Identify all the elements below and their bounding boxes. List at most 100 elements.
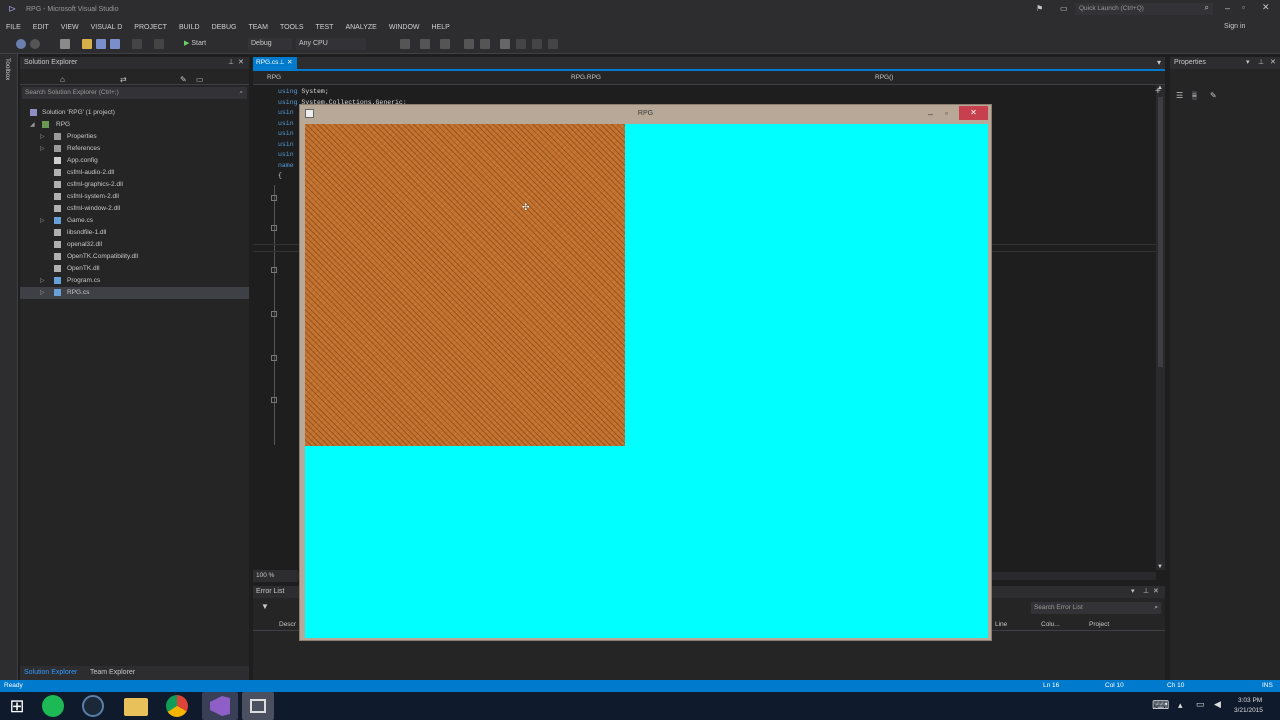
keyboard-icon[interactable]: ⌨ [1152, 698, 1169, 712]
back-icon[interactable] [16, 39, 26, 49]
properties-pin-icon[interactable]: ⊥ [1258, 57, 1264, 69]
menu-item-file[interactable]: FILE [0, 24, 27, 31]
game-maximize-button[interactable]: ▫ [945, 105, 948, 123]
home-icon[interactable]: ⌂ [60, 75, 65, 84]
menu-item-help[interactable]: HELP [426, 24, 456, 31]
tree-item[interactable]: csfml-system-2.dll [20, 191, 249, 203]
bookmark-prev-icon[interactable] [516, 39, 526, 49]
column-line[interactable]: Line [995, 619, 1007, 631]
expand-arrow-icon[interactable]: ▷ [40, 131, 45, 143]
tree-project[interactable]: ◢ RPG [20, 119, 249, 131]
tab-dropdown-icon[interactable]: ▾ [1157, 58, 1161, 67]
nav-member-dropdown[interactable]: RPG() [875, 71, 893, 85]
tree-item[interactable]: App.config [20, 155, 249, 167]
wrench-icon[interactable]: ✎ [180, 75, 187, 84]
fold-marker-icon[interactable] [271, 397, 277, 403]
clock-date[interactable]: 3/21/2015 [1234, 707, 1263, 714]
menu-item-debug[interactable]: DEBUG [206, 24, 243, 31]
error-list-dropdown-icon[interactable]: ▾ [1131, 586, 1135, 598]
find-icon[interactable] [400, 39, 410, 49]
tree-item[interactable]: OpenTK.dll [20, 263, 249, 275]
expand-arrow-icon[interactable]: ▷ [40, 275, 45, 287]
tree-item[interactable]: openal32.dll [20, 239, 249, 251]
clock-time[interactable]: 3:03 PM [1238, 697, 1262, 704]
panel-close-icon[interactable]: ✕ [238, 57, 244, 69]
open-file-icon[interactable] [82, 39, 92, 49]
tree-solution[interactable]: Solution 'RPG' (1 project) [20, 107, 249, 119]
tree-item[interactable]: ▷ Game.cs [20, 215, 249, 227]
zoom-dropdown[interactable]: 100 % [253, 570, 298, 582]
fold-marker-icon[interactable] [271, 195, 277, 201]
properties-dropdown-icon[interactable]: ▾ [1246, 57, 1250, 69]
volume-icon[interactable]: ◀ [1214, 699, 1221, 710]
rpg-app-taskbar-icon[interactable] [242, 692, 274, 720]
editor-vertical-scrollbar[interactable]: ▲ ▼ [1156, 85, 1165, 570]
undo-icon[interactable] [132, 39, 142, 49]
bookmark-icon[interactable] [500, 39, 510, 49]
toolbox-label[interactable]: Toolbox [4, 58, 11, 80]
spotify-icon[interactable] [42, 695, 64, 717]
error-list-pin-icon[interactable]: ⊥ [1143, 586, 1149, 598]
fold-marker-icon[interactable] [271, 311, 277, 317]
chrome-icon[interactable] [166, 695, 188, 717]
menu-item-team[interactable]: TEAM [242, 24, 273, 31]
collapse-icon[interactable]: ▭ [196, 75, 204, 84]
scroll-thumb[interactable] [1158, 97, 1163, 367]
game-canvas[interactable]: ✣ [305, 124, 988, 638]
menu-item-tools[interactable]: TOOLS [274, 24, 310, 31]
expand-arrow-icon[interactable]: ▷ [40, 215, 45, 227]
forward-icon[interactable] [30, 39, 40, 49]
bookmark-clear-icon[interactable] [548, 39, 558, 49]
filter-icon[interactable]: ▼ [261, 602, 269, 611]
split-editor-icon[interactable]: + [1155, 86, 1161, 97]
error-list-close-icon[interactable]: ✕ [1153, 586, 1159, 598]
menu-item-project[interactable]: PROJECT [128, 24, 173, 31]
column-description[interactable]: Descr [279, 619, 296, 631]
sign-in-link[interactable]: Sign in [1224, 23, 1245, 30]
network-icon[interactable]: ▭ [1196, 699, 1205, 710]
column-project[interactable]: Project [1089, 619, 1109, 631]
tab-team-explorer[interactable]: Team Explorer [90, 666, 135, 680]
expand-arrow-icon[interactable]: ▷ [40, 143, 45, 155]
file-explorer-icon[interactable] [124, 698, 148, 716]
tree-item[interactable]: csfml-window-2.dll [20, 203, 249, 215]
menu-item-edit[interactable]: EDIT [27, 24, 55, 31]
bookmark-next-icon[interactable] [532, 39, 542, 49]
fold-marker-icon[interactable] [271, 267, 277, 273]
sync-icon[interactable]: ⇄ [120, 75, 127, 84]
alphabetical-icon[interactable]: ≡ [1192, 91, 1197, 100]
error-list-search[interactable]: Search Error List ⌕ [1031, 602, 1161, 614]
menu-item-visual-d[interactable]: VISUAL D [85, 24, 129, 31]
visual-studio-taskbar-icon[interactable] [202, 692, 238, 720]
tree-item[interactable]: OpenTK.Compatibility.dll [20, 251, 249, 263]
redo-icon[interactable] [154, 39, 164, 49]
show-hidden-icon[interactable]: ▴ [1178, 700, 1183, 711]
fold-marker-icon[interactable] [271, 225, 277, 231]
fold-marker-icon[interactable] [271, 355, 277, 361]
steam-icon[interactable] [82, 695, 104, 717]
expand-arrow-icon[interactable]: ◢ [30, 119, 35, 131]
tab-pin-icon[interactable]: ⊥ [279, 57, 285, 69]
code-line[interactable]: using System; [278, 87, 407, 98]
game-window-titlebar[interactable]: RPG – ▫ ✕ [300, 105, 991, 123]
outdent-icon[interactable] [480, 39, 490, 49]
tree-item[interactable]: libsndfile-1.dll [20, 227, 249, 239]
expand-arrow-icon[interactable]: ▷ [40, 287, 45, 299]
tree-item[interactable]: csfml-audio-2.dll [20, 167, 249, 179]
menu-item-analyze[interactable]: ANALYZE [339, 24, 382, 31]
quick-launch-box[interactable]: Quick Launch (Ctrl+Q) ⌕ [1075, 3, 1213, 15]
start-button[interactable]: ▶ Start [184, 38, 206, 50]
rpg-game-window[interactable]: RPG – ▫ ✕ ✣ [299, 104, 992, 641]
platform-dropdown[interactable]: Any CPU [296, 38, 366, 50]
close-button[interactable]: ✕ [1262, 2, 1270, 13]
restore-button[interactable]: ▫ [1242, 3, 1245, 12]
column-column[interactable]: Colu... [1041, 619, 1060, 631]
toolbox-strip[interactable]: Toolbox [0, 54, 18, 680]
new-project-icon[interactable] [60, 39, 70, 49]
solution-icon[interactable] [420, 39, 430, 49]
nav-project-dropdown[interactable]: RPG [267, 71, 281, 85]
properties-close-icon[interactable]: ✕ [1270, 57, 1276, 69]
menu-item-build[interactable]: BUILD [173, 24, 206, 31]
save-icon[interactable] [96, 39, 106, 49]
save-all-icon[interactable] [110, 39, 120, 49]
